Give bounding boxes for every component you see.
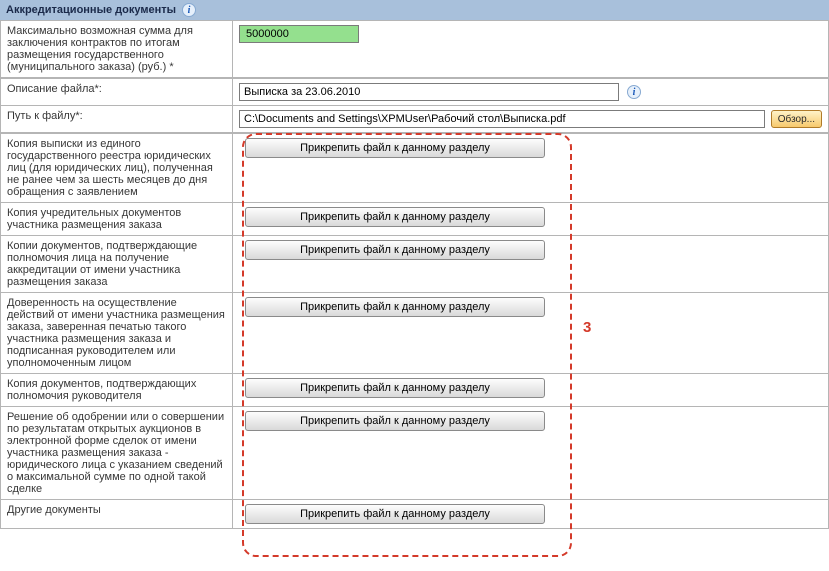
attach-file-button[interactable]: Прикрепить файл к данному разделу (245, 504, 545, 524)
attach-row: Решение об одобрении или о совершении по… (1, 407, 829, 500)
attach-row-label: Доверенность на осуществление действий о… (1, 293, 233, 374)
file-desc-label: Описание файла*: (1, 79, 233, 106)
attach-row: Копия выписки из единого государственног… (1, 134, 829, 203)
attach-row-label: Решение об одобрении или о совершении по… (1, 407, 233, 500)
attach-file-button[interactable]: Прикрепить файл к данному разделу (245, 138, 545, 158)
attach-row-label: Копия выписки из единого государственног… (1, 134, 233, 203)
attach-file-button[interactable]: Прикрепить файл к данному разделу (245, 207, 545, 227)
file-meta-table: Описание файла*: i Путь к файлу*: Обзор.… (0, 78, 829, 133)
file-path-row: Путь к файлу*: Обзор... (1, 106, 829, 133)
section-title: Аккредитационные документы (6, 4, 176, 16)
info-icon[interactable]: i (627, 85, 641, 99)
file-desc-row: Описание файла*: i (1, 79, 829, 106)
file-path-label: Путь к файлу*: (1, 106, 233, 133)
attach-file-button[interactable]: Прикрепить файл к данному разделу (245, 411, 545, 431)
attach-row-label: Копии документов, подтверждающие полномо… (1, 236, 233, 293)
attach-row-label: Копия документов, подтверждающих полномо… (1, 374, 233, 407)
attach-row: Копия учредительных документов участника… (1, 203, 829, 236)
attach-row: Копия документов, подтверждающих полномо… (1, 374, 829, 407)
form-table: Максимально возможная сумма для заключен… (0, 20, 829, 78)
attach-row-label: Другие документы (1, 500, 233, 529)
info-icon[interactable]: i (182, 3, 196, 17)
max-sum-row: Максимально возможная сумма для заключен… (1, 21, 829, 78)
attach-file-button[interactable]: Прикрепить файл к данному разделу (245, 297, 545, 317)
file-path-input[interactable] (239, 110, 765, 128)
attach-file-button[interactable]: Прикрепить файл к данному разделу (245, 240, 545, 260)
attach-area: Копия выписки из единого государственног… (0, 133, 829, 529)
attach-row-label: Копия учредительных документов участника… (1, 203, 233, 236)
file-description-input[interactable] (239, 83, 619, 101)
browse-button[interactable]: Обзор... (771, 110, 822, 128)
attach-row: Копии документов, подтверждающие полномо… (1, 236, 829, 293)
accreditation-documents-header: Аккредитационные документы i (0, 0, 829, 20)
attach-file-button[interactable]: Прикрепить файл к данному разделу (245, 378, 545, 398)
max-sum-label: Максимально возможная сумма для заключен… (1, 21, 233, 78)
attach-row: Доверенность на осуществление действий о… (1, 293, 829, 374)
max-sum-input[interactable] (239, 25, 359, 43)
attach-row: Другие документы Прикрепить файл к данном… (1, 500, 829, 529)
attach-table: Копия выписки из единого государственног… (0, 133, 829, 529)
